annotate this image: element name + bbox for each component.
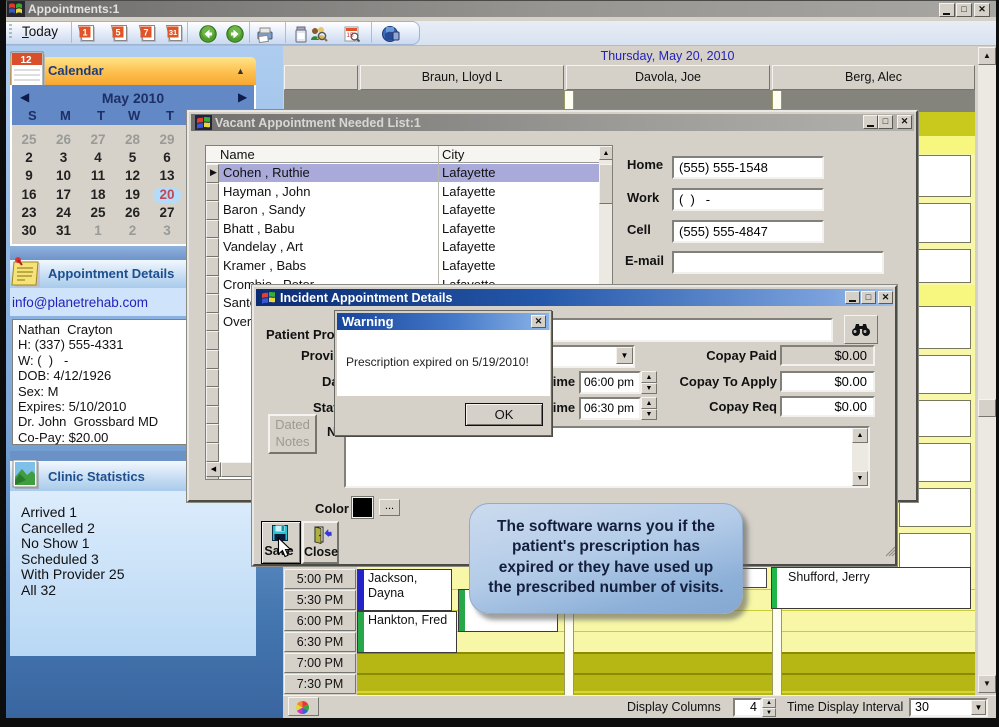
svg-text:31: 31 bbox=[169, 28, 177, 37]
svg-text:5: 5 bbox=[115, 28, 120, 38]
svg-text:1: 1 bbox=[82, 28, 87, 38]
svg-text:7: 7 bbox=[143, 28, 148, 38]
svg-text:12: 12 bbox=[20, 55, 32, 66]
